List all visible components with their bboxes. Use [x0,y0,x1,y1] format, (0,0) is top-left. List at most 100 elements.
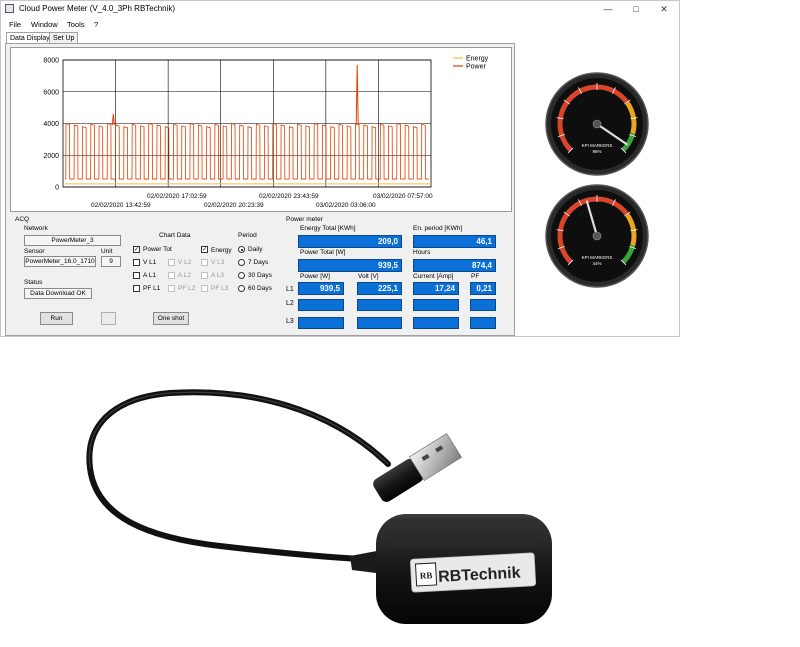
device-logo-mark: RB [420,570,433,581]
l1-pf-value: 0,21 [470,282,496,295]
hours-value: 874,4 [413,259,496,272]
x-tick-bottom-3: 03/02/2020 03:06:00 [316,202,376,209]
acq-group-title: ACQ [15,216,30,223]
l2-label: L2 [286,300,294,307]
l2-power-value [298,299,344,311]
menu-file[interactable]: File [9,20,21,29]
gauge-hub [592,231,602,241]
pfl1-checkbox[interactable] [133,285,140,292]
period-30days-label: 30 Days [248,272,272,279]
l2-pf-value [470,299,496,311]
al2-label: A L2 [178,272,192,279]
usb-plug [373,433,462,502]
gauge-1-label: KPI MARKERS [582,143,613,148]
period-title: Period [238,232,257,239]
legend-energy-label: Energy [466,56,489,63]
energy-checkbox[interactable]: ✓ [201,246,208,253]
x-tick-top-2: 02/02/2020 23:43:59 [259,193,319,200]
kpi-gauge-2: KPI MARKERS 44% [545,184,649,288]
vl3-label: V L3 [211,259,225,266]
power-tot-label: Power Tot [143,246,172,253]
app-icon [5,4,14,13]
hours-label: Hours [413,249,431,256]
period-7days-radio[interactable] [238,259,245,266]
current-col-label: Current [Amp] [413,273,454,280]
l3-pf-value [470,317,496,329]
one-shot-button[interactable]: One shot [153,312,189,325]
status-indicator [101,312,116,325]
pfl3-label: PF L3 [211,285,229,292]
menu-bar: File Window Tools ? [1,18,679,31]
run-button[interactable]: Run [40,312,73,325]
power-total-label: Power Total [W] [300,249,346,256]
volt-col-label: Volt [V] [358,273,379,280]
pfl2-label: PF L2 [178,285,196,292]
x-tick-top-1: 02/02/2020 17:02:59 [147,193,207,200]
x-tick-bottom-1: 02/02/2020 13:42:59 [91,202,151,209]
meter-device: RB RBTechnik [350,514,552,624]
period-30days-radio[interactable] [238,272,245,279]
en-period-label: En. period [KWh] [413,225,463,232]
l3-current-value [413,317,459,329]
sensor-label: Sensor [24,248,45,255]
x-tick-bottom-2: 02/02/2020 20:23:39 [204,202,264,209]
menu-help[interactable]: ? [94,20,98,29]
l1-current-value: 17,24 [413,282,459,295]
vl1-label: V L1 [143,259,157,266]
al2-checkbox[interactable] [168,272,175,279]
network-label: Network [24,225,48,232]
pfl1-label: PF L1 [143,285,161,292]
period-7days-label: 7 Days [248,259,269,266]
period-60days-label: 60 Days [248,285,272,292]
x-tick-top-3: 03/02/2020 07:57:00 [373,193,433,200]
pfl3-checkbox[interactable] [201,285,208,292]
l3-power-value [298,317,344,329]
power-total-value: 939,5 [298,259,402,272]
vl3-checkbox[interactable] [201,259,208,266]
power-tot-checkbox[interactable]: ✓ [133,246,140,253]
menu-window[interactable]: Window [31,20,58,29]
al1-label: A L1 [143,272,157,279]
usb-cable [86,389,391,563]
al1-checkbox[interactable] [133,272,140,279]
en-period-value: 46,1 [413,235,496,248]
vl1-checkbox[interactable] [133,259,140,266]
y-tick-label: 6000 [43,89,59,96]
energy-total-value: 209,0 [298,235,402,248]
l3-label: L3 [286,318,294,325]
kpi-gauge-1: KPI MARKERS 96% [545,72,649,176]
unit-field[interactable]: 9 [101,256,121,267]
close-button[interactable]: ✕ [653,2,675,16]
period-daily-radio[interactable] [238,246,245,253]
window-title: Cloud Power Meter (V_4.0_3Ph RBTechnik) [19,4,176,13]
gauge-1-value: 96% [592,149,601,154]
y-tick-labels: 0 2000 4000 6000 8000 [43,58,59,192]
maximize-button[interactable]: □ [625,2,647,16]
usb-device-photo: RB RBTechnik [86,389,552,624]
l1-volt-value: 225,1 [357,282,402,295]
period-60days-radio[interactable] [238,285,245,292]
gauge-hub [592,119,602,129]
vl2-checkbox[interactable] [168,259,175,266]
status-field: Data Download OK [24,288,92,299]
l2-volt-value [357,299,402,311]
y-tick-label: 0 [55,185,59,192]
menu-tools[interactable]: Tools [67,20,85,29]
sensor-field[interactable]: PowerMeter_16.0_1710 [24,256,96,267]
minimize-button[interactable]: — [597,2,619,16]
title-bar: Cloud Power Meter (V_4.0_3Ph RBTechnik) … [1,1,679,17]
l2-current-value [413,299,459,311]
l1-label: L1 [286,286,294,293]
legend-power-label: Power [466,64,487,71]
power-chart: 0 2000 4000 6000 8000 Energy Power 02/02/202… [10,47,512,212]
network-field[interactable]: PowerMeter_3 [24,235,121,246]
pfl2-checkbox[interactable] [168,285,175,292]
al3-checkbox[interactable] [201,272,208,279]
energy-label: Energy [211,247,232,254]
y-tick-label: 2000 [43,153,59,160]
power-meter-title: Power meter [286,216,323,223]
period-daily-label: Daily [248,246,263,253]
status-label: Status [24,279,43,286]
pf-col-label: PF [471,273,480,280]
l1-power-value: 939,5 [298,282,344,295]
